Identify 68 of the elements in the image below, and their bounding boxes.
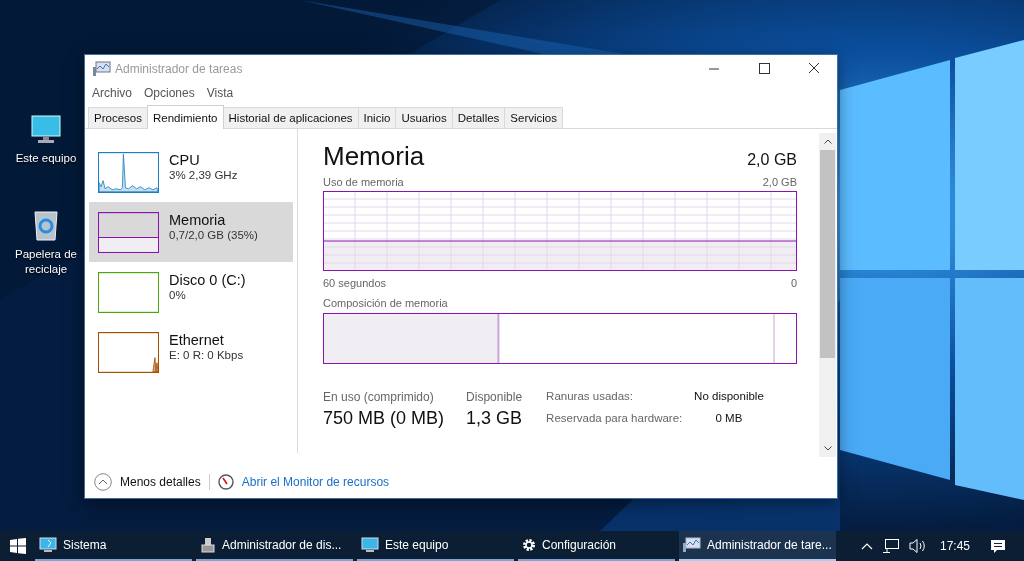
resource-item[interactable]: Ethernet E: 0 R: 0 Kbps — [89, 322, 297, 382]
monitor-chart-icon — [93, 61, 111, 77]
memory-graph — [98, 211, 159, 253]
chart-label: Uso de memoria — [323, 176, 404, 188]
property-value: No disponible — [694, 390, 764, 404]
windows-start-icon[interactable] — [10, 538, 26, 554]
total-memory: 2,0 GB — [747, 151, 797, 169]
clock[interactable]: 17:45 — [939, 539, 970, 553]
scroll-up-icon[interactable] — [823, 139, 832, 144]
tab[interactable]: Rendimiento — [146, 105, 224, 129]
monitor-icon — [361, 537, 379, 553]
drive-icon — [200, 537, 216, 553]
fewer-details-link[interactable]: Menos detalles — [120, 475, 201, 489]
resource-name: Memoria — [169, 211, 227, 228]
menu-item[interactable]: Archivo — [92, 86, 132, 100]
desktop-icon-label[interactable]: Este equipo — [15, 151, 77, 166]
resource-item[interactable]: Memoria 0,7/2,0 GB (35%) — [89, 202, 293, 262]
chart-max: 2,0 GB — [762, 176, 797, 188]
resource-name: Ethernet — [169, 331, 225, 348]
time-axis-label: 60 segundos — [323, 277, 386, 289]
stat-value: 750 MB (0 MB) — [323, 408, 445, 429]
resource-detail: 0,7/2,0 GB (35%) — [169, 228, 258, 241]
property-label: Ranuras usadas: — [546, 390, 635, 404]
time-axis-label: 0 — [790, 277, 797, 289]
tab[interactable]: Procesos — [88, 107, 148, 128]
resource-item[interactable]: CPU 3% 2,39 GHz — [89, 142, 297, 202]
desktop-icon-label[interactable]: Papelera de reciclaje — [8, 247, 84, 277]
speaker-icon[interactable] — [908, 538, 927, 554]
scroll-down-icon[interactable] — [823, 446, 832, 451]
network-icon[interactable] — [881, 538, 900, 554]
resource-item[interactable]: Disco 0 (C:) 0% — [89, 262, 297, 322]
gauge-icon[interactable] — [217, 474, 234, 490]
resource-name: Disco 0 (C:) — [169, 271, 246, 288]
sparkline — [98, 151, 159, 193]
tab[interactable]: Historial de aplicaciones — [222, 107, 359, 128]
resource-name: CPU — [169, 151, 201, 168]
tab[interactable]: Usuarios — [395, 107, 453, 128]
taskbar-button[interactable]: Sistema — [35, 531, 192, 561]
notifications-icon[interactable] — [990, 538, 1006, 554]
monitor-icon — [39, 537, 57, 553]
menu-item[interactable]: Opciones — [144, 86, 195, 100]
resource-detail: E: 0 R: 0 Kbps — [169, 348, 244, 361]
scrollbar-thumb[interactable] — [820, 150, 835, 358]
sparkline — [98, 331, 159, 373]
property-label: Reservada para hardware: — [546, 412, 684, 426]
menu-item[interactable]: Vista — [206, 86, 234, 100]
stat-label: Disponible — [466, 390, 523, 404]
taskbar-button[interactable]: Administrador de tare... — [679, 531, 836, 561]
monitor-chart-icon — [683, 537, 701, 553]
recycle-bin-icon[interactable] — [33, 209, 59, 241]
scrollbar[interactable] — [819, 133, 836, 457]
monitor-icon[interactable] — [30, 115, 62, 145]
resource-monitor-link[interactable]: Abrir el Monitor de recursos — [241, 475, 390, 489]
settings-icon — [522, 538, 536, 552]
panel-title: Memoria — [323, 141, 425, 172]
taskbar-button[interactable]: Administrador de dis... — [196, 531, 353, 561]
taskbar-button[interactable]: Configuración — [518, 531, 675, 561]
tab[interactable]: Servicios — [504, 107, 563, 128]
tab[interactable]: Detalles — [451, 107, 506, 128]
stat-value: 1,3 GB — [466, 408, 523, 429]
taskbar-button[interactable]: Este equipo — [357, 531, 514, 561]
resource-detail: 3% 2,39 GHz — [169, 168, 238, 181]
property-value: 0 MB — [714, 412, 744, 426]
resource-detail: 0% — [169, 288, 187, 301]
stat-label: En uso (comprimido) — [323, 390, 435, 404]
window-title: Administrador de tareas — [115, 62, 243, 76]
chart-label: Composición de memoria — [323, 297, 448, 309]
sparkline — [98, 271, 159, 313]
